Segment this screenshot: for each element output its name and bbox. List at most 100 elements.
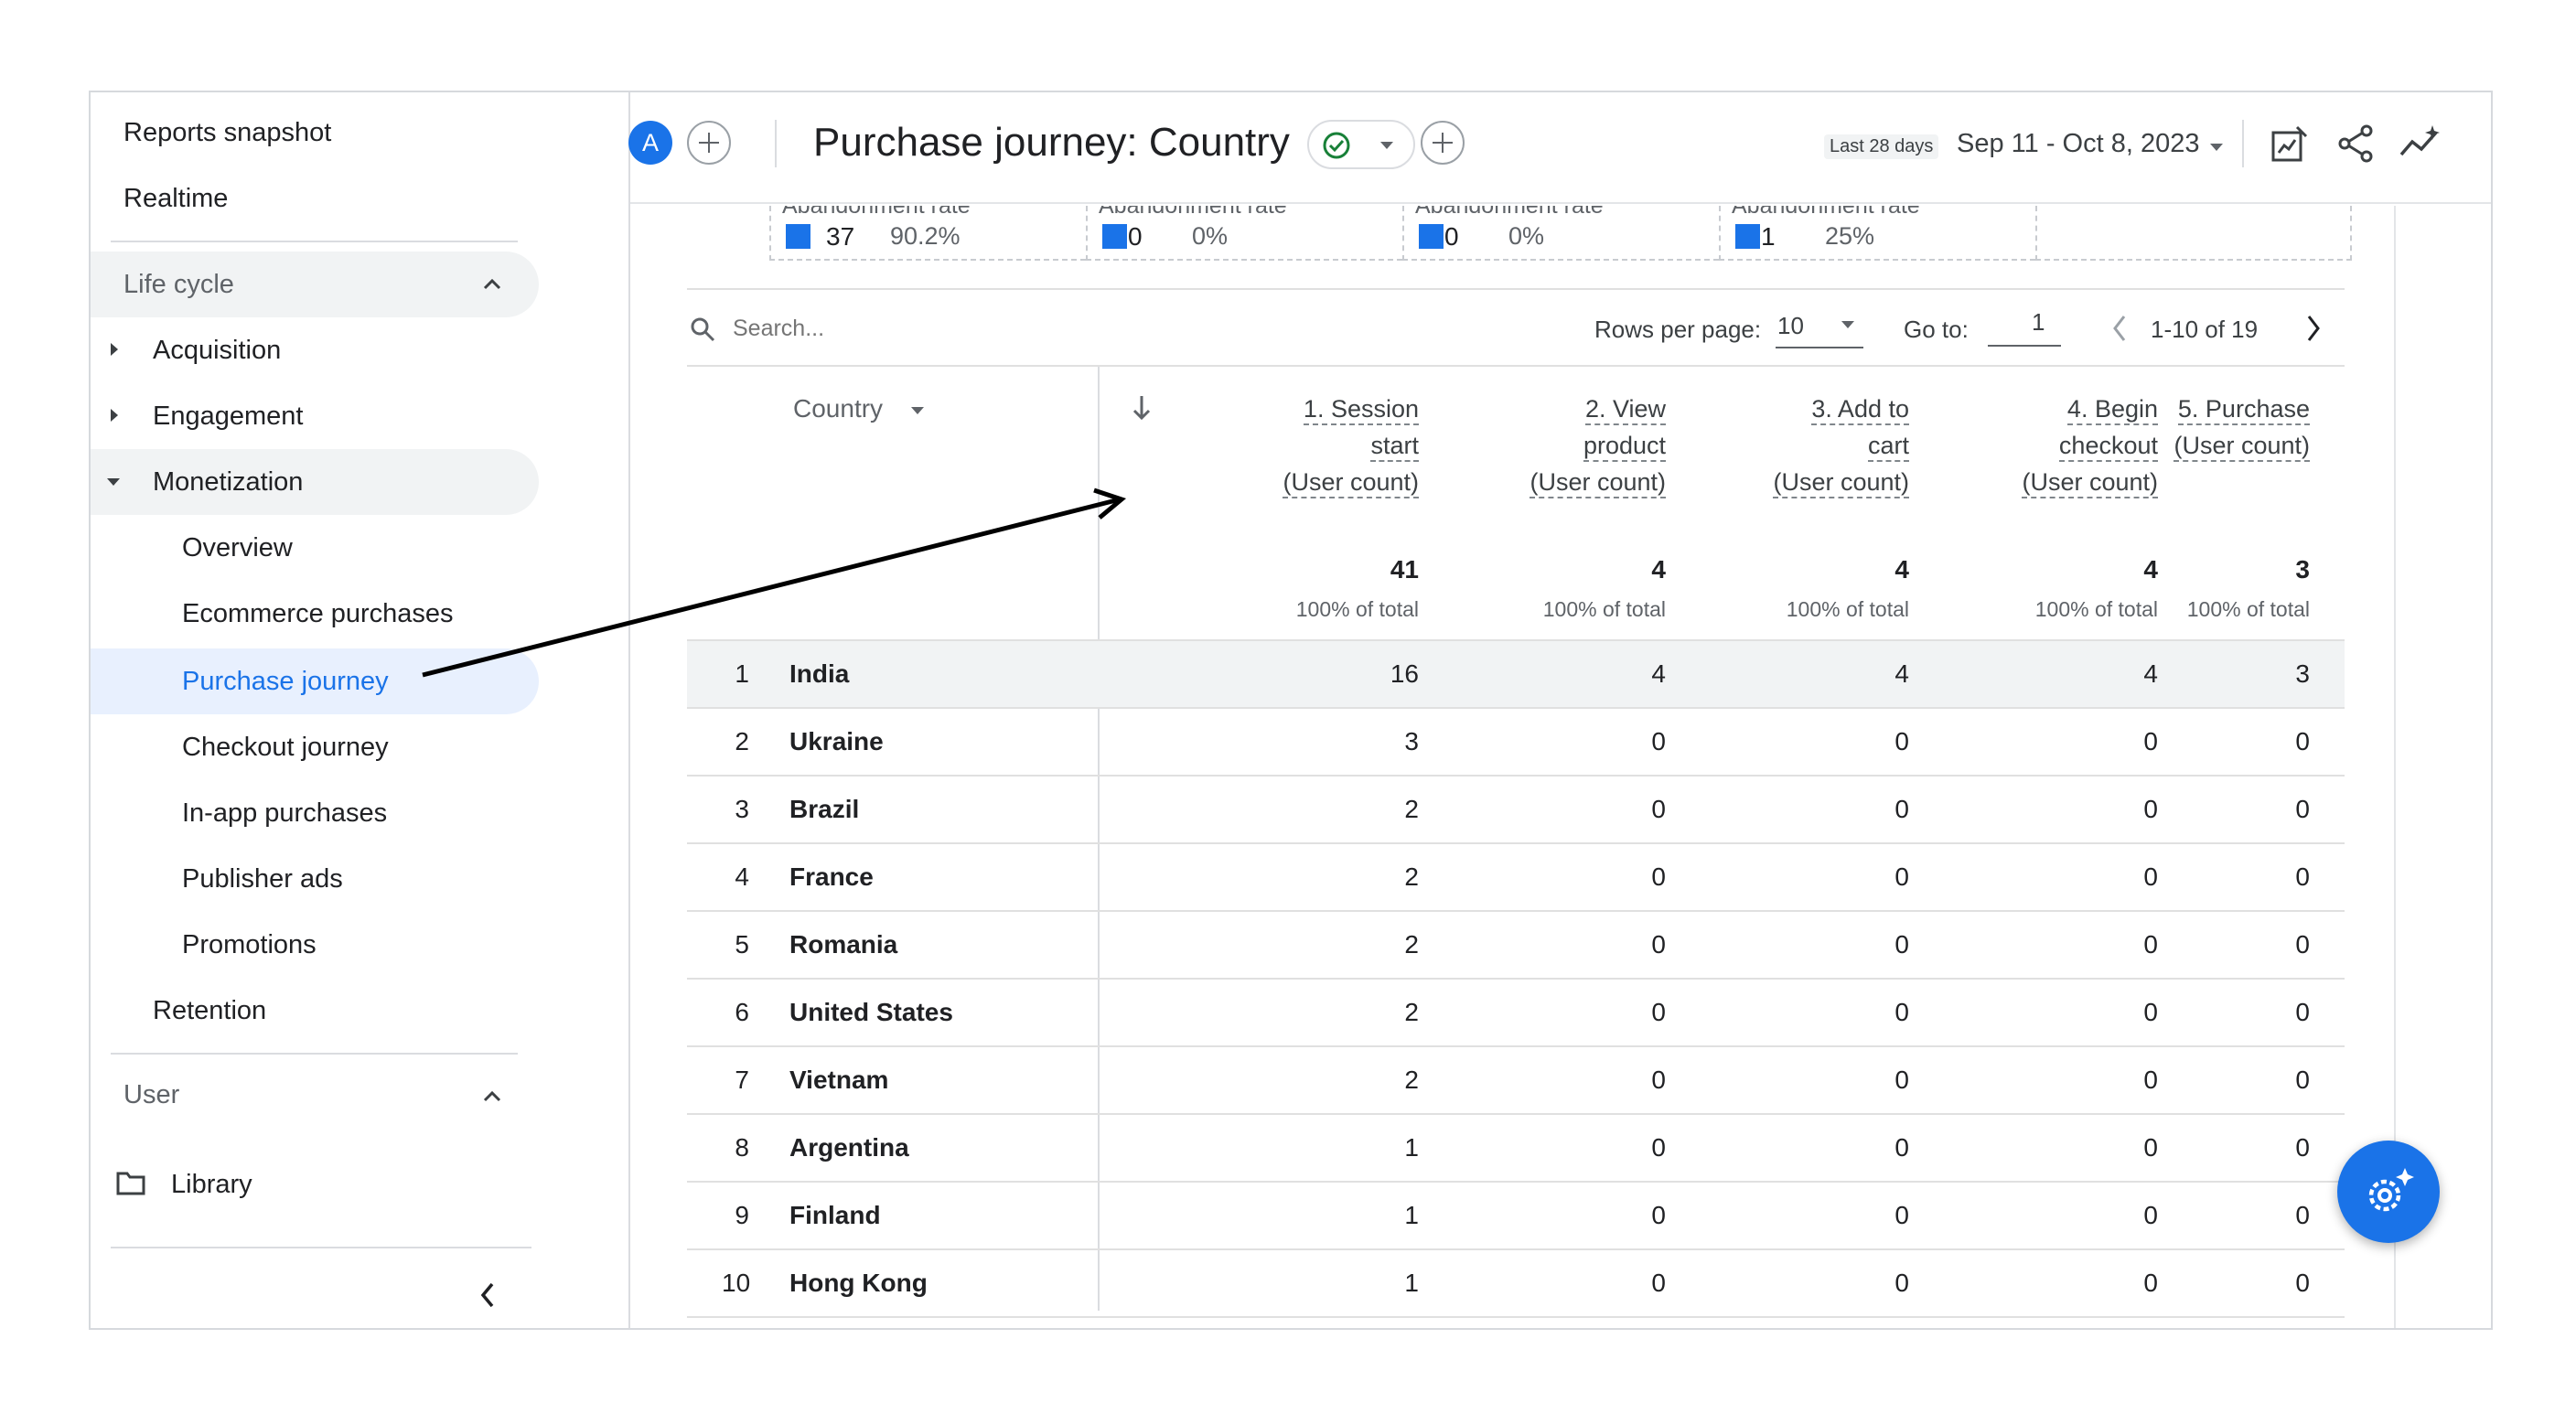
sidebar-item-engagement[interactable]: Engagement	[153, 403, 303, 430]
chevron-right-icon[interactable]	[2304, 314, 2323, 343]
table-row[interactable]: 6 United States 2 0 0 0 0	[687, 978, 2345, 1045]
metric-cell: 0	[1651, 1201, 1666, 1229]
total-percent: 100% of total	[2186, 597, 2310, 621]
add-comparison-icon[interactable]	[687, 121, 731, 165]
column-header-session-start[interactable]: 1. Session start (User count)	[1144, 391, 1419, 500]
metric-cell: 2	[1404, 795, 1419, 823]
row-index: 10	[722, 1269, 751, 1297]
abandonment-value: 0	[1128, 222, 1143, 251]
metric-cell: 0	[1651, 1133, 1666, 1162]
column-header-purchase[interactable]: 5. Purchase (User count)	[2035, 391, 2310, 464]
metric-cell: 0	[2143, 1066, 2158, 1094]
abandonment-value: 37	[826, 222, 855, 251]
sidebar-subitem-purchase-journey[interactable]: Purchase journey	[91, 648, 539, 714]
metric-cell: 0	[2295, 1269, 2310, 1297]
sidebar-subitem-in-app-purchases[interactable]: In-app purchases	[182, 800, 387, 827]
country-cell: Hong Kong	[789, 1269, 928, 1297]
abandonment-cell: Abandonment rate 37 90.2%	[769, 206, 1086, 261]
metric-cell: 0	[2295, 862, 2310, 891]
sidebar-subitem-checkout-journey[interactable]: Checkout journey	[182, 734, 389, 761]
collapse-arrow-icon	[107, 478, 120, 486]
table-toolbar: Rows per page: 10 Go to: 1 1-10 of 19	[687, 288, 2345, 367]
sidebar-item-label: Purchase journey	[182, 667, 389, 696]
column-header-add-to-cart[interactable]: 3. Add to cart (User count)	[1635, 391, 1909, 500]
legend-square-icon	[1419, 224, 1444, 249]
expand-arrow-icon[interactable]	[111, 409, 118, 422]
search-input[interactable]	[733, 312, 1007, 345]
metric-cell: 0	[1894, 1133, 1909, 1162]
dropdown-arrow-icon	[1841, 321, 1854, 328]
table-row[interactable]: 7 Vietnam 2 0 0 0 0	[687, 1045, 2345, 1113]
settings-fab[interactable]	[2337, 1141, 2440, 1243]
sidebar-item-reports-snapshot[interactable]: Reports snapshot	[123, 120, 331, 146]
sidebar-item-retention[interactable]: Retention	[153, 998, 266, 1024]
header-line: 5. Purchase	[2177, 395, 2310, 425]
sidebar-subitem-promotions[interactable]: Promotions	[182, 932, 317, 959]
table-row[interactable]: 3 Brazil 2 0 0 0 0	[687, 775, 2345, 842]
date-range-picker[interactable]: Sep 11 - Oct 8, 2023	[1957, 129, 2199, 159]
dropdown-arrow-icon	[1380, 142, 1393, 149]
sidebar-subitem-overview[interactable]: Overview	[182, 535, 293, 562]
input-underline	[1988, 345, 2061, 347]
sidebar-section-lifecycle[interactable]: Life cycle	[91, 252, 539, 317]
table-row[interactable]: 8 Argentina 1 0 0 0 0	[687, 1113, 2345, 1181]
sidebar-item-label: Monetization	[153, 467, 304, 497]
metric-cell: 0	[1894, 1269, 1909, 1297]
metric-cell: 0	[2143, 862, 2158, 891]
legend-square-icon	[1735, 224, 1760, 249]
expand-arrow-icon[interactable]	[111, 343, 118, 356]
sidebar-item-realtime[interactable]: Realtime	[123, 186, 228, 212]
metric-cell: 0	[2143, 998, 2158, 1026]
table-row[interactable]: 1 India 16 4 4 4 3	[687, 639, 2345, 707]
customize-report-icon[interactable]	[2270, 123, 2310, 164]
avatar[interactable]: A	[628, 121, 672, 165]
sidebar-item-acquisition[interactable]: Acquisition	[153, 337, 281, 364]
sidebar-subitem-ecommerce-purchases[interactable]: Ecommerce purchases	[182, 601, 454, 627]
collapse-sidebar-icon[interactable]	[478, 1281, 497, 1309]
table-row[interactable]: 4 France 2 0 0 0 0	[687, 842, 2345, 910]
table-row[interactable]: 10 Hong Kong 1 0 0 0 0	[687, 1248, 2345, 1316]
row-index: 4	[735, 862, 749, 891]
metric-cell: 0	[2143, 1269, 2158, 1297]
chevron-up-icon[interactable]	[482, 1087, 502, 1104]
search-icon	[691, 317, 715, 342]
add-filter-icon[interactable]	[1421, 121, 1465, 165]
report-content: Abandonment rate 37 90.2% Abandonment ra…	[632, 206, 2396, 1328]
table-row[interactable]: 2 Ukraine 3 0 0 0 0	[687, 707, 2345, 775]
metric-cell: 3	[1404, 727, 1419, 755]
column-header-view-product[interactable]: 2. View product (User count)	[1391, 391, 1666, 500]
chevron-left-icon[interactable]	[2110, 314, 2129, 343]
share-icon[interactable]	[2335, 123, 2376, 164]
sidebar-item-monetization[interactable]: Monetization	[91, 449, 539, 515]
metric-cell: 1	[1404, 1133, 1419, 1162]
total-value: 4	[1894, 555, 1909, 584]
sidebar-subitem-publisher-ads[interactable]: Publisher ads	[182, 866, 343, 893]
date-dropdown-arrow-icon[interactable]	[2210, 144, 2223, 151]
total-percent: 100% of total	[1786, 597, 1909, 621]
table-row[interactable]: 9 Finland 1 0 0 0 0	[687, 1181, 2345, 1248]
go-to-label: Go to:	[1904, 316, 1969, 343]
report-status-dropdown[interactable]	[1307, 120, 1415, 169]
sidebar-divider	[111, 241, 518, 242]
metric-cell: 1	[1404, 1269, 1419, 1297]
rows-per-page-value: 10	[1777, 312, 1804, 339]
page-title: Purchase journey: Country	[813, 120, 1290, 165]
country-cell: Romania	[789, 930, 898, 959]
metric-cell: 0	[1651, 1269, 1666, 1297]
folder-icon	[116, 1172, 145, 1195]
metric-cell: 0	[1651, 930, 1666, 959]
go-to-value: 1	[2032, 308, 2045, 336]
sidebar-item-library[interactable]: Library	[171, 1172, 252, 1198]
metric-cell: 0	[1651, 727, 1666, 755]
sidebar-section-user[interactable]: User	[123, 1082, 179, 1109]
header-divider	[775, 120, 777, 167]
country-cell: Brazil	[789, 795, 860, 823]
abandonment-value: 1	[1761, 222, 1776, 251]
metric-cell: 0	[1894, 930, 1909, 959]
table-row[interactable]: 5 Romania 2 0 0 0 0	[687, 910, 2345, 978]
dropdown-arrow-icon	[911, 407, 924, 414]
metric-cell: 2	[1404, 1066, 1419, 1094]
insights-icon[interactable]	[2398, 123, 2443, 164]
table-bottom-border	[687, 1316, 2345, 1318]
metric-cell: 0	[1651, 862, 1666, 891]
